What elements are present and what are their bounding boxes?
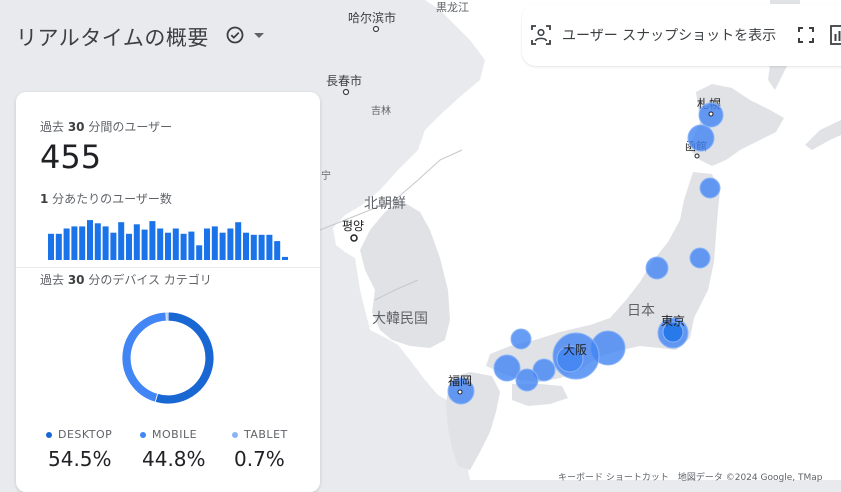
donut-slice-tablet[interactable] — [165, 311, 169, 322]
per-minute-bar[interactable] — [110, 232, 117, 260]
label-osaka: 大阪 — [563, 343, 587, 357]
bubble-matsuyama[interactable] — [515, 368, 539, 392]
device-label-prefix: 過去 — [40, 273, 68, 287]
per-minute-bar[interactable] — [180, 233, 187, 260]
per-minute-bar[interactable] — [258, 234, 265, 260]
user-snapshot-label: ユーザー スナップショットを表示 — [562, 28, 777, 44]
per-minute-bar[interactable] — [243, 232, 249, 260]
per-minute-bar[interactable] — [172, 228, 179, 261]
map-attribution[interactable]: キーボード ショートカット 地図データ ©2024 Google, TMap — [558, 470, 822, 483]
per-minute-bar[interactable] — [71, 226, 78, 260]
snapshot-person-icon — [531, 25, 551, 45]
legend-tablet-name: TABLET — [244, 428, 288, 441]
device-label-suffix: 分のデバイス カテゴリ — [84, 273, 212, 287]
sapporo-dot — [708, 111, 714, 117]
legend-tablet: TABLET 0.7% — [232, 428, 322, 471]
per-minute-bar[interactable] — [274, 241, 281, 260]
per-minute-bar[interactable] — [141, 229, 148, 260]
bubble-hakodate[interactable] — [687, 124, 715, 152]
users-per-minute-label: 1 分あたりのユーザー数 — [40, 190, 172, 207]
per-minute-bar[interactable] — [188, 231, 195, 260]
users-label-suffix: 分間のユーザー — [84, 120, 173, 134]
bubble-sendai[interactable] — [689, 247, 711, 269]
users-count: 455 — [40, 138, 102, 176]
device-label-num: 30 — [67, 273, 85, 287]
per-minute-bar[interactable] — [94, 223, 101, 260]
per-minute-bar[interactable] — [165, 232, 171, 260]
bubble-shimane[interactable] — [510, 328, 532, 350]
bar-chart-icon[interactable] — [830, 25, 841, 45]
user-snapshot-button[interactable]: ユーザー スナップショットを表示 — [530, 20, 776, 50]
label-japan: 日本 — [627, 303, 655, 319]
per-minute-bar[interactable] — [196, 245, 203, 260]
per-minute-bar[interactable] — [157, 228, 164, 261]
label-south-korea: 大韓民国 — [372, 311, 428, 327]
mobile-dot — [140, 431, 146, 438]
per-minute-bar[interactable] — [133, 224, 140, 260]
per-minute-bar[interactable] — [235, 222, 242, 260]
bubble-niigata[interactable] — [645, 256, 669, 280]
changchun-dot — [342, 88, 350, 96]
label-ning: 宁 — [321, 169, 331, 182]
legend-mobile: MOBILE 44.8% — [140, 428, 230, 471]
tablet-dot — [232, 431, 238, 438]
legend-desktop-name: DESKTOP — [58, 428, 113, 441]
label-changchun: 長春市 — [326, 73, 362, 88]
label-pyongyang: 평양 — [342, 219, 364, 233]
users-per-minute-chart[interactable] — [48, 218, 288, 260]
legend-desktop-percent: 54.5% — [48, 447, 112, 471]
per-minute-bar[interactable] — [126, 233, 132, 260]
per-minute-bar[interactable] — [102, 226, 109, 260]
per-minute-bar[interactable] — [48, 233, 54, 260]
per-minute-bar[interactable] — [79, 226, 86, 260]
device-category-label: 過去 30 分のデバイス カテゴリ — [40, 271, 212, 288]
fukuoka-dot — [457, 389, 463, 395]
fullscreen-icon[interactable] — [798, 27, 814, 43]
per-minute-bar[interactable] — [149, 221, 156, 260]
label-heilongjiang: 黒龙江 — [436, 1, 469, 14]
label-fukuoka: 福岡 — [448, 373, 472, 388]
legend-mobile-percent: 44.8% — [142, 447, 206, 471]
legend-mobile-name: MOBILE — [152, 428, 198, 441]
per-minute-bar[interactable] — [227, 228, 234, 261]
users-30min-label: 過去 30 分間のユーザー — [40, 118, 172, 135]
label-jilin: 吉林 — [371, 104, 391, 117]
users-label-prefix: 過去 — [40, 120, 68, 134]
pyongyang-dot — [350, 234, 358, 242]
label-north-korea: 北朝鮮 — [364, 196, 406, 212]
legend-tablet-percent: 0.7% — [234, 447, 285, 471]
users-label-num: 30 — [67, 120, 85, 134]
per-minute-label-suffix: 分あたりのユーザー数 — [48, 192, 172, 206]
title-dropdown-caret-icon[interactable] — [254, 33, 264, 38]
donut-slice-mobile[interactable] — [121, 311, 167, 403]
per-minute-bar[interactable] — [211, 226, 218, 260]
desktop-dot — [46, 431, 52, 438]
check-circle-icon[interactable] — [226, 26, 244, 44]
label-harbin: 哈尔滨市 — [348, 10, 396, 25]
hakodate-dot — [694, 153, 700, 159]
per-minute-bar[interactable] — [63, 228, 70, 261]
per-minute-bar[interactable] — [118, 222, 125, 260]
card-divider — [16, 267, 320, 268]
label-tokyo: 東京 — [661, 314, 685, 328]
per-minute-bar[interactable] — [219, 232, 226, 260]
page-title: リアルタイムの概要 — [16, 26, 209, 50]
per-minute-bar[interactable] — [204, 228, 210, 261]
donut-slice-desktop[interactable] — [154, 311, 215, 405]
realtime-stats-card: 過去 30 分間のユーザー 455 1 分あたりのユーザー数 過去 30 分のデ… — [16, 92, 320, 492]
map-toolbar: ユーザー スナップショットを表示 — [522, 4, 841, 66]
per-minute-bar[interactable] — [87, 220, 93, 260]
per-minute-bar[interactable] — [282, 256, 288, 260]
per-minute-bar[interactable] — [266, 234, 273, 260]
legend-desktop: DESKTOP 54.5% — [46, 428, 136, 471]
per-minute-bar[interactable] — [250, 234, 257, 260]
bubble-aomori[interactable] — [699, 177, 721, 199]
harbin-dot — [372, 25, 380, 33]
device-category-donut[interactable] — [116, 306, 220, 410]
per-minute-bar[interactable] — [55, 233, 62, 260]
